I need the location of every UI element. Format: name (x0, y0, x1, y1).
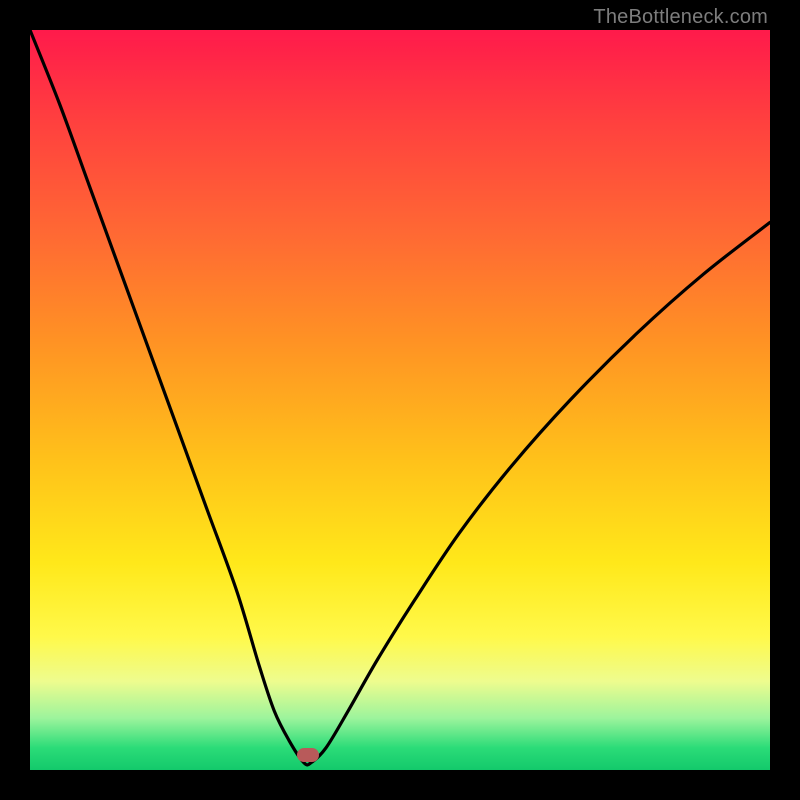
bottleneck-curve (30, 30, 770, 765)
chart-frame: TheBottleneck.com (0, 0, 800, 800)
watermark-text: TheBottleneck.com (593, 6, 768, 29)
plot-area (30, 30, 770, 770)
minimum-marker (297, 748, 319, 762)
curve-svg (30, 30, 770, 770)
